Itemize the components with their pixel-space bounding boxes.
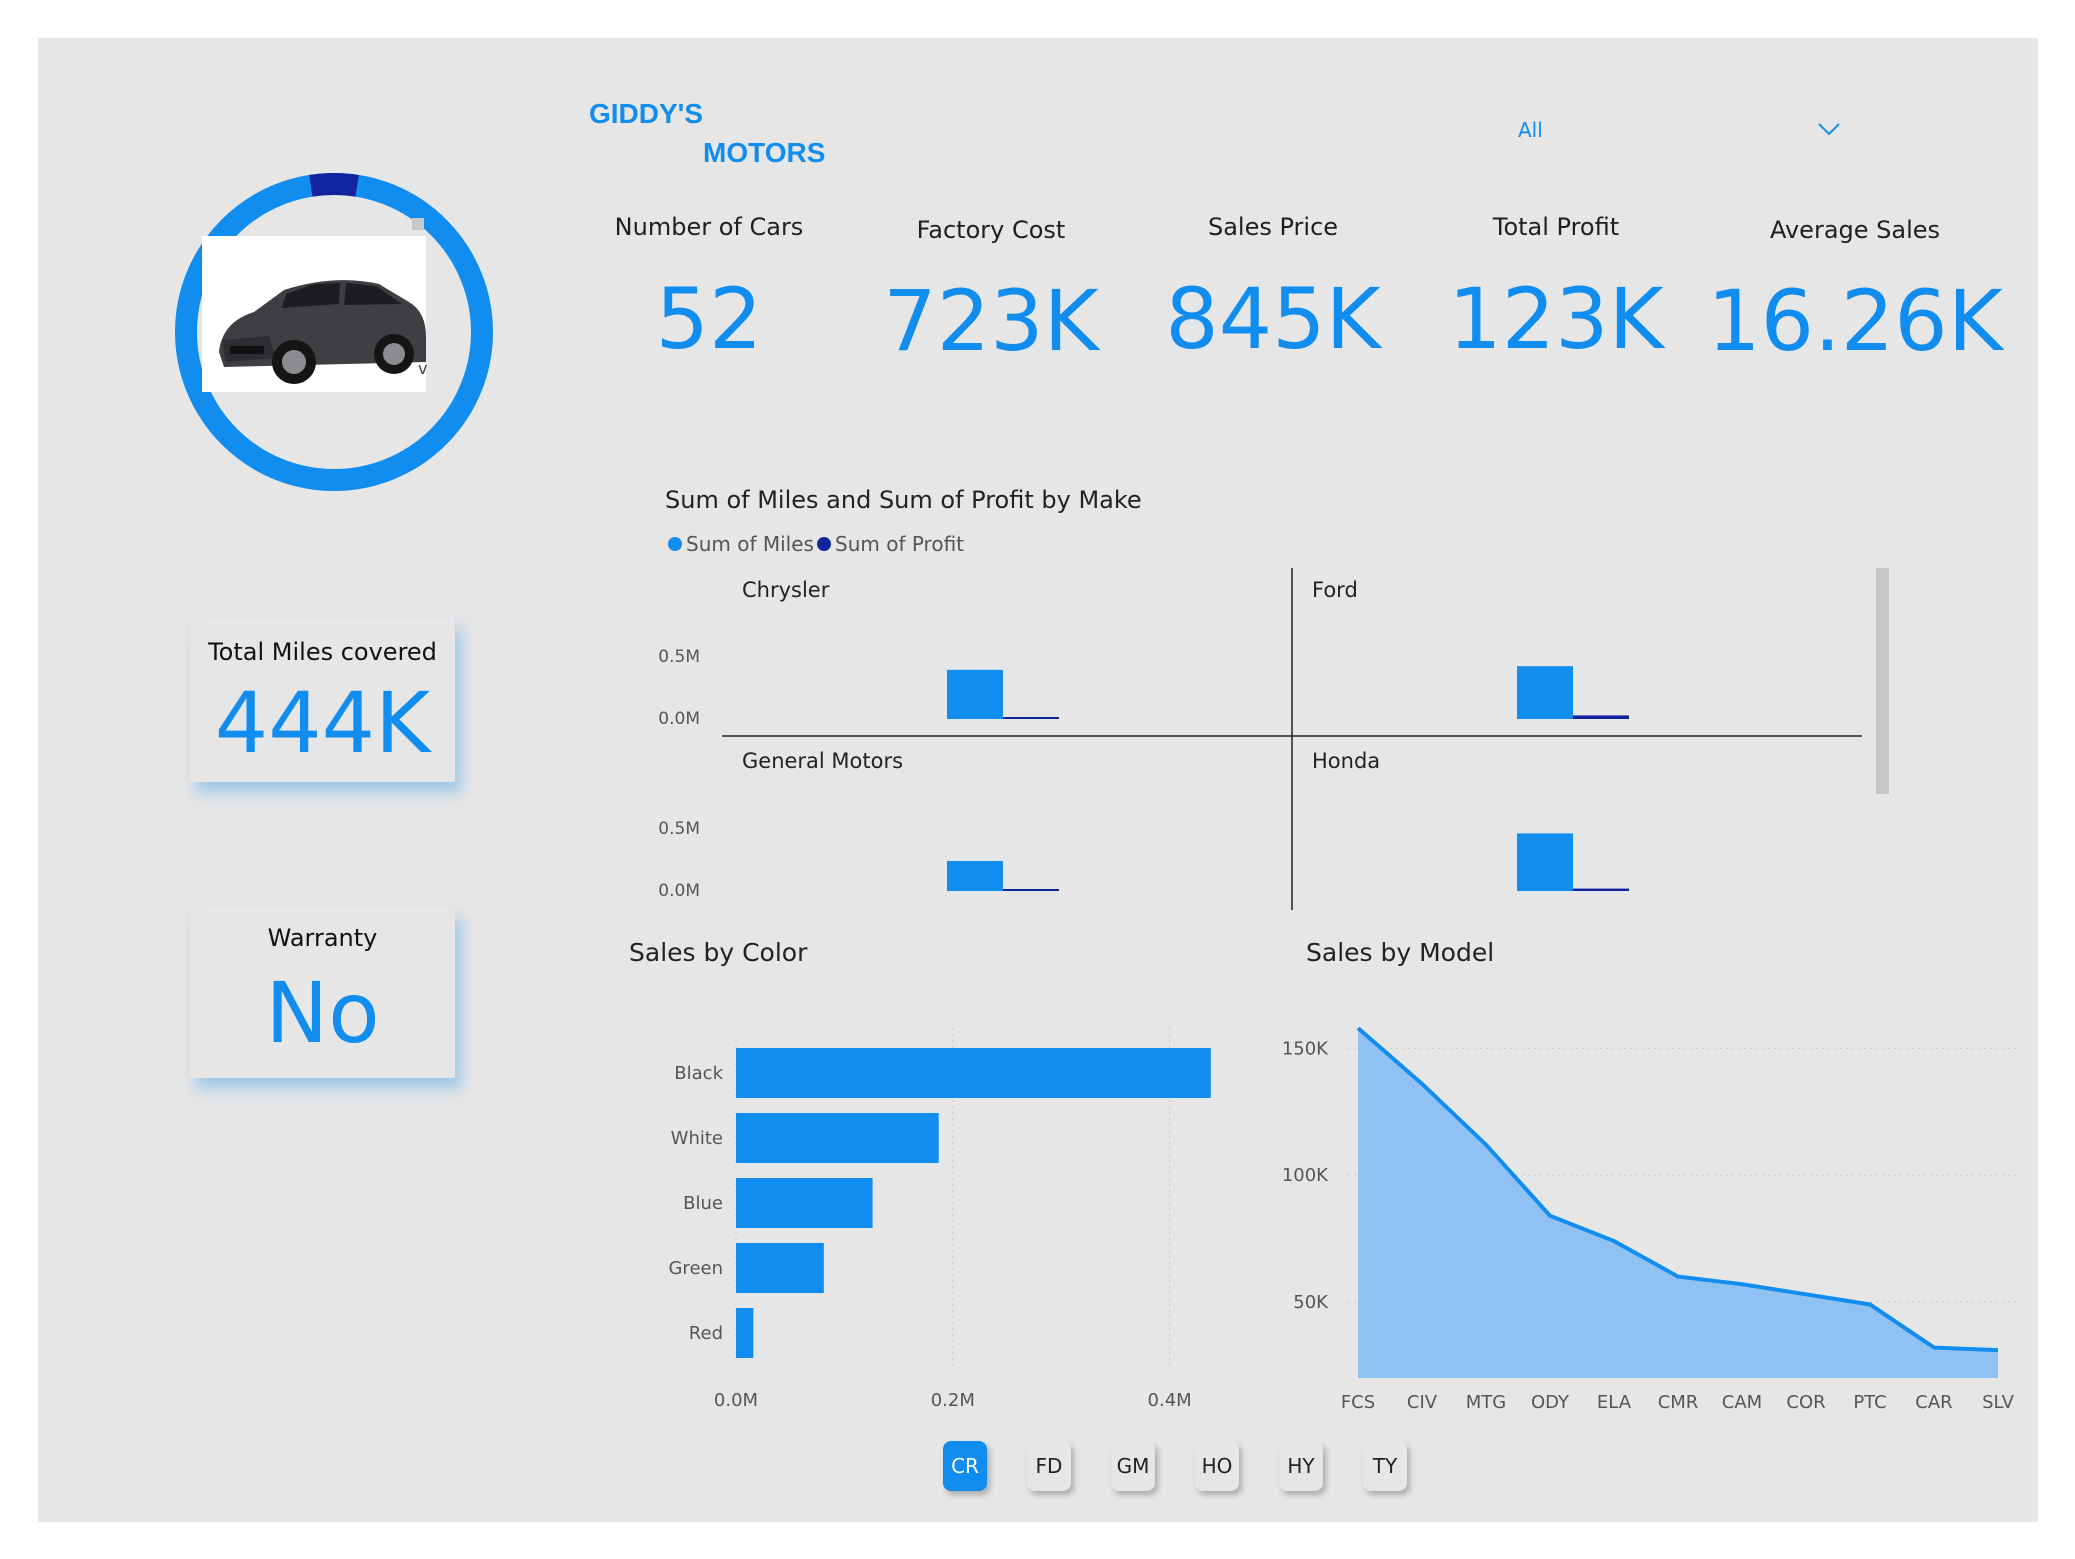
image-scrollbar[interactable]: [412, 218, 424, 230]
kpi-value-total-profit: 123K: [1448, 270, 1664, 368]
kpi-label-average-sales: Average Sales: [1769, 216, 1941, 244]
y-tick-1: 100K: [1282, 1165, 1329, 1186]
kpi-value-sales-price: 845K: [1165, 270, 1381, 368]
panel-title-honda: Honda: [1312, 749, 1380, 773]
panel-title-general-motors: General Motors: [742, 749, 903, 773]
x-tick-cmr: CMR: [1658, 1392, 1699, 1413]
nav-button-ho[interactable]: HO: [1195, 1441, 1239, 1491]
x-tick-civ: CIV: [1407, 1392, 1438, 1413]
kpi-value-cars: 52: [655, 270, 763, 368]
category-label-black: Black: [674, 1063, 723, 1084]
kpi-value-average-sales: 16.26K: [1707, 272, 2003, 370]
bar-green[interactable]: [736, 1243, 824, 1293]
sales-by-model-title: Sales by Model: [1306, 938, 1495, 967]
y-tick-0-upper: 0.5M: [658, 647, 700, 667]
legend-label-profit: Sum of Profit: [835, 532, 964, 556]
legend-label-miles: Sum of Miles: [686, 532, 814, 556]
y-tick-2-upper: 0.5M: [658, 819, 700, 839]
x-tick-cam: CAM: [1722, 1392, 1762, 1413]
dashboard-canvas: v GIDDY'S MOTORS All Number of Cars 52 F…: [38, 38, 2038, 1522]
bar-profit-chrysler[interactable]: [1003, 717, 1059, 719]
category-label-green: Green: [668, 1258, 723, 1279]
kpi-value-factory-cost: 723K: [883, 272, 1099, 370]
chart-scrollbar[interactable]: [1876, 568, 1889, 794]
y-tick-2-lower: 0.0M: [658, 881, 700, 901]
car-image-panel[interactable]: v: [164, 162, 504, 502]
nav-button-cr[interactable]: CR: [943, 1441, 987, 1491]
kpi-label-sales-price: Sales Price: [1207, 213, 1339, 241]
total-miles-label: Total Miles covered: [208, 638, 437, 666]
x-tick-2: 0.4M: [1148, 1390, 1192, 1411]
bar-miles-ford[interactable]: [1517, 666, 1573, 719]
x-tick-mtg: MTG: [1466, 1392, 1506, 1413]
y-tick-0: 150K: [1282, 1038, 1329, 1059]
warranty-label: Warranty: [267, 924, 378, 952]
sales-by-color-chart: 0.0M 0.2M 0.4M Black White Blue Green Red: [668, 1028, 1211, 1411]
make-navigation-bar: CR FD GM HO HY TY: [943, 1441, 1423, 1501]
sales-by-model-chart: 150K 100K 50K FCS CIV MTG ODY ELA CMR CAM COR PTC CA…: [1282, 1026, 2018, 1413]
x-tick-ptc: PTC: [1853, 1392, 1886, 1413]
legend-dot-profit: [817, 537, 831, 551]
bar-profit-honda[interactable]: [1573, 888, 1629, 891]
kpi-label-cars: Number of Cars: [614, 213, 804, 241]
panel-title-ford: Ford: [1312, 578, 1358, 602]
brand-line-1: GIDDY'S: [589, 98, 704, 129]
x-tick-ela: ELA: [1597, 1392, 1632, 1413]
sales-by-color-title: Sales by Color: [629, 938, 808, 967]
legend-dot-miles: [668, 537, 682, 551]
ring-fill: [309, 173, 359, 197]
image-chevron[interactable]: v: [418, 359, 427, 378]
x-tick-fcs: FCS: [1341, 1392, 1375, 1413]
miles-profit-by-make-chart: Sum of Miles and Sum of Profit by Make S…: [658, 486, 1889, 910]
x-tick-1: 0.2M: [931, 1390, 975, 1411]
x-tick-ody: ODY: [1531, 1392, 1570, 1413]
nav-button-fd[interactable]: FD: [1027, 1441, 1071, 1491]
category-label-red: Red: [689, 1323, 723, 1344]
filter-selected-value: All: [1518, 118, 1543, 142]
kpi-label-factory-cost: Factory Cost: [916, 216, 1066, 244]
make-filter-dropdown[interactable]: All: [1518, 112, 1848, 152]
x-tick-slv: SLV: [1982, 1392, 2014, 1413]
x-tick-0: 0.0M: [714, 1390, 758, 1411]
chart-title: Sum of Miles and Sum of Profit by Make: [665, 486, 1142, 514]
x-tick-cor: COR: [1786, 1392, 1825, 1413]
kpi-label-total-profit: Total Profit: [1492, 213, 1620, 241]
warranty-card: Warranty No: [190, 908, 455, 1078]
brand-line-2: MOTORS: [703, 137, 826, 168]
bar-black[interactable]: [736, 1048, 1211, 1098]
bar-miles-chrysler[interactable]: [947, 669, 1003, 719]
bar-blue[interactable]: [736, 1178, 873, 1228]
bar-miles-general-motors[interactable]: [947, 861, 1003, 891]
bar-profit-ford[interactable]: [1573, 715, 1629, 719]
y-tick-2: 50K: [1293, 1292, 1329, 1313]
nav-button-ty[interactable]: TY: [1363, 1441, 1407, 1491]
bar-profit-general-motors[interactable]: [1003, 889, 1059, 891]
category-label-blue: Blue: [683, 1193, 723, 1214]
bar-miles-honda[interactable]: [1517, 833, 1573, 891]
total-miles-value: 444K: [214, 674, 431, 772]
panel-title-chrysler: Chrysler: [742, 578, 830, 602]
category-label-white: White: [671, 1128, 723, 1149]
y-tick-0-lower: 0.0M: [658, 709, 700, 729]
nav-button-hy[interactable]: HY: [1279, 1441, 1323, 1491]
bar-white[interactable]: [736, 1113, 939, 1163]
chevron-down-icon[interactable]: [1816, 120, 1842, 138]
warranty-value: No: [265, 964, 380, 1062]
bar-red[interactable]: [736, 1308, 754, 1358]
total-miles-card: Total Miles covered 444K: [190, 618, 455, 782]
nav-button-gm[interactable]: GM: [1111, 1441, 1155, 1491]
x-tick-car: CAR: [1915, 1392, 1952, 1413]
